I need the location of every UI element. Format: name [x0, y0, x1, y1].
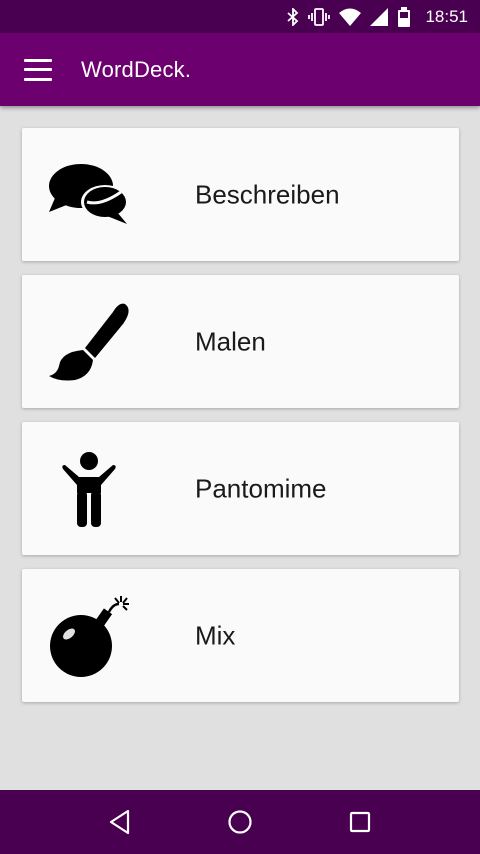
card-malen[interactable]: Malen — [22, 275, 459, 408]
card-label: Malen — [195, 326, 266, 356]
battery-icon — [397, 6, 411, 27]
bomb-icon — [46, 593, 132, 679]
card-label: Mix — [195, 620, 236, 650]
person-icon — [46, 446, 132, 532]
wifi-icon — [339, 8, 362, 26]
card-label: Pantomime — [195, 473, 327, 503]
app-title: WordDeck. — [81, 56, 192, 82]
category-list: Beschreiben Malen Pantomime Mix — [0, 106, 480, 790]
home-icon[interactable] — [220, 802, 260, 842]
speech-bubbles-icon — [46, 152, 132, 238]
card-pantomime[interactable]: Pantomime — [22, 422, 459, 555]
signal-icon — [370, 7, 389, 26]
menu-icon[interactable] — [24, 58, 52, 81]
paintbrush-icon — [46, 299, 132, 385]
card-beschreiben[interactable]: Beschreiben — [22, 128, 459, 261]
card-mix[interactable]: Mix — [22, 569, 459, 702]
app-bar: WordDeck. — [0, 33, 480, 106]
navigation-bar — [0, 790, 480, 854]
status-time: 18:51 — [425, 6, 468, 26]
status-bar: 18:51 — [0, 0, 480, 33]
bluetooth-icon — [287, 7, 299, 26]
recents-icon[interactable] — [340, 802, 380, 842]
card-label: Beschreiben — [195, 179, 340, 209]
back-icon[interactable] — [100, 802, 140, 842]
vibrate-icon — [308, 7, 331, 26]
